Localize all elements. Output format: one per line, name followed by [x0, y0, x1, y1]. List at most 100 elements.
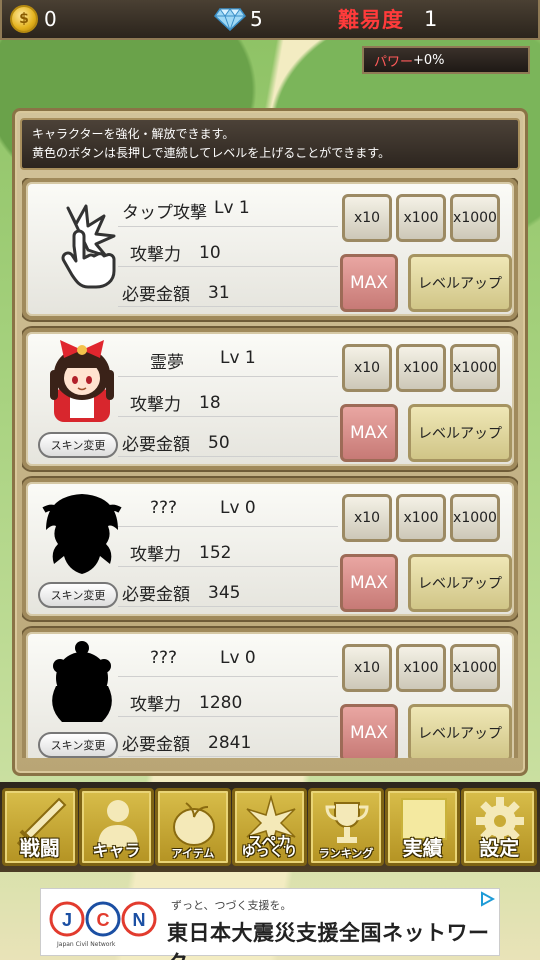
unit-list[interactable]: タップ攻撃 Lv 1 攻撃力 10 必要金額 31 x10 x100 x1000… [22, 178, 518, 758]
coin-count: 0 [44, 7, 57, 31]
item-icon [173, 802, 216, 846]
unit-card-locked-1: スキン変更 ??? Lv 0 攻撃力 152 必要金額 345 x10 x100… [22, 478, 518, 620]
power-value: +0% [413, 52, 445, 68]
power-label: パワー [374, 54, 414, 70]
unit-name: ??? [150, 648, 178, 668]
divider [118, 756, 338, 757]
jcn-logo: J C N [49, 901, 157, 937]
info-line-1: キャラクターを強化・解放できます。 [32, 127, 235, 141]
top-status-bar: $ 0 5 難易度 1 [0, 0, 540, 40]
cost-value: 50 [208, 432, 230, 453]
nav-label: キャラ [92, 841, 141, 860]
level-up-button[interactable]: レベルアップ [408, 704, 512, 758]
attack-row: 攻撃力 10 [130, 240, 221, 266]
nav-achievements[interactable]: 実績 [384, 788, 461, 866]
unit-level: Lv 1 [220, 348, 256, 368]
divider [118, 376, 338, 377]
divider [118, 266, 338, 267]
svg-text:J: J [62, 910, 72, 930]
divider [118, 606, 338, 607]
attack-value: 18 [199, 392, 221, 413]
attack-label: 攻撃力 [130, 545, 181, 565]
x100-button[interactable]: x100 [396, 494, 446, 542]
level-up-button[interactable]: レベルアップ [408, 254, 512, 312]
attack-label: 攻撃力 [130, 395, 181, 415]
nav-label: アイテム [171, 847, 215, 860]
reimu-portrait [50, 340, 114, 422]
skin-change-button[interactable]: スキン変更 [38, 582, 118, 608]
adchoices-icon[interactable] [479, 891, 495, 907]
svg-text:N: N [133, 910, 146, 930]
unit-card-reimu: スキン変更 霊夢 Lv 1 攻撃力 18 必要金額 50 x10 x100 x1… [22, 328, 518, 470]
x10-button[interactable]: x10 [342, 644, 392, 692]
cost-row: 必要金額 50 [122, 430, 230, 456]
x1000-button[interactable]: x1000 [450, 344, 500, 392]
max-button[interactable]: MAX [340, 704, 398, 758]
x10-button[interactable]: x10 [342, 494, 392, 542]
attack-value: 152 [199, 542, 232, 563]
nav-label: ゆっくり [241, 844, 298, 860]
x100-button[interactable]: x100 [396, 644, 446, 692]
attack-value: 10 [199, 242, 221, 263]
unit-level: Lv 0 [220, 648, 256, 668]
skin-change-button[interactable]: スキン変更 [38, 732, 118, 758]
power-indicator: パワー +0% [362, 46, 530, 74]
nav-settings[interactable]: 設定 [461, 788, 538, 866]
divider [118, 416, 338, 417]
cost-value: 31 [208, 282, 230, 303]
unit-card-locked-2: スキン変更 ??? Lv 0 攻撃力 1280 必要金額 2841 x10 x1… [22, 628, 518, 758]
cost-value: 2841 [208, 732, 252, 753]
unit-level: Lv 0 [220, 498, 256, 518]
attack-row: 攻撃力 1280 [130, 690, 242, 716]
nav-spellcard[interactable]: スペカ ゆっくり [231, 788, 308, 866]
nav-label: 設定 [479, 836, 520, 860]
ad-tagline: ずっと、つづく支援を。 [171, 899, 292, 912]
divider [118, 676, 338, 677]
diamond-icon [214, 8, 246, 31]
tap-hand-icon [61, 204, 116, 289]
divider [118, 566, 338, 567]
svg-text:C: C [97, 910, 110, 930]
cost-value: 345 [208, 582, 241, 603]
unit-level: Lv 1 [214, 198, 250, 218]
attack-label: 攻撃力 [130, 245, 181, 265]
locked-silhouette-icon [42, 494, 122, 574]
nav-battle[interactable]: 戦闘 [2, 788, 78, 866]
x100-button[interactable]: x100 [396, 194, 446, 242]
info-box: キャラクターを強化・解放できます。 黄色のボタンは長押しで連続してレベルを上げる… [20, 118, 520, 170]
attack-label: 攻撃力 [130, 695, 181, 715]
nav-label: ランキング [318, 847, 374, 860]
gem-count: 5 [250, 7, 263, 31]
coin-icon: $ [10, 5, 38, 33]
info-line-2: 黄色のボタンは長押しで連続してレベルを上げることができます。 [32, 146, 391, 160]
nav-character[interactable]: キャラ [78, 788, 155, 866]
cost-label: 必要金額 [122, 285, 190, 305]
divider [118, 526, 338, 527]
ad-banner[interactable]: J C N Japan Civil Network ずっと、つづく支援を。 東日… [40, 888, 500, 960]
max-button[interactable]: MAX [340, 404, 398, 462]
nav-ranking[interactable]: ランキング [308, 788, 384, 866]
x10-button[interactable]: x10 [342, 344, 392, 392]
nav-item[interactable]: アイテム [155, 788, 231, 866]
locked-silhouette-icon [52, 641, 112, 722]
nav-label: 実績 [402, 836, 443, 860]
skin-change-button[interactable]: スキン変更 [38, 432, 118, 458]
max-button[interactable]: MAX [340, 254, 398, 312]
max-button[interactable]: MAX [340, 554, 398, 612]
divider [118, 306, 338, 307]
ad-logo-subtitle: Japan Civil Network [57, 941, 116, 948]
x100-button[interactable]: x100 [396, 344, 446, 392]
x1000-button[interactable]: x1000 [450, 494, 500, 542]
x1000-button[interactable]: x1000 [450, 194, 500, 242]
ad-headline: 東日本大震災支援全国ネットワーク [167, 921, 490, 960]
x1000-button[interactable]: x1000 [450, 644, 500, 692]
unit-card-tap-attack: タップ攻撃 Lv 1 攻撃力 10 必要金額 31 x10 x100 x1000… [22, 178, 518, 320]
cost-label: 必要金額 [122, 735, 190, 755]
x10-button[interactable]: x10 [342, 194, 392, 242]
cost-row: 必要金額 2841 [122, 730, 252, 756]
level-up-button[interactable]: レベルアップ [408, 554, 512, 612]
difficulty-label: 難易度 [338, 8, 404, 32]
divider [118, 456, 338, 457]
level-up-button[interactable]: レベルアップ [408, 404, 512, 462]
cost-label: 必要金額 [122, 435, 190, 455]
